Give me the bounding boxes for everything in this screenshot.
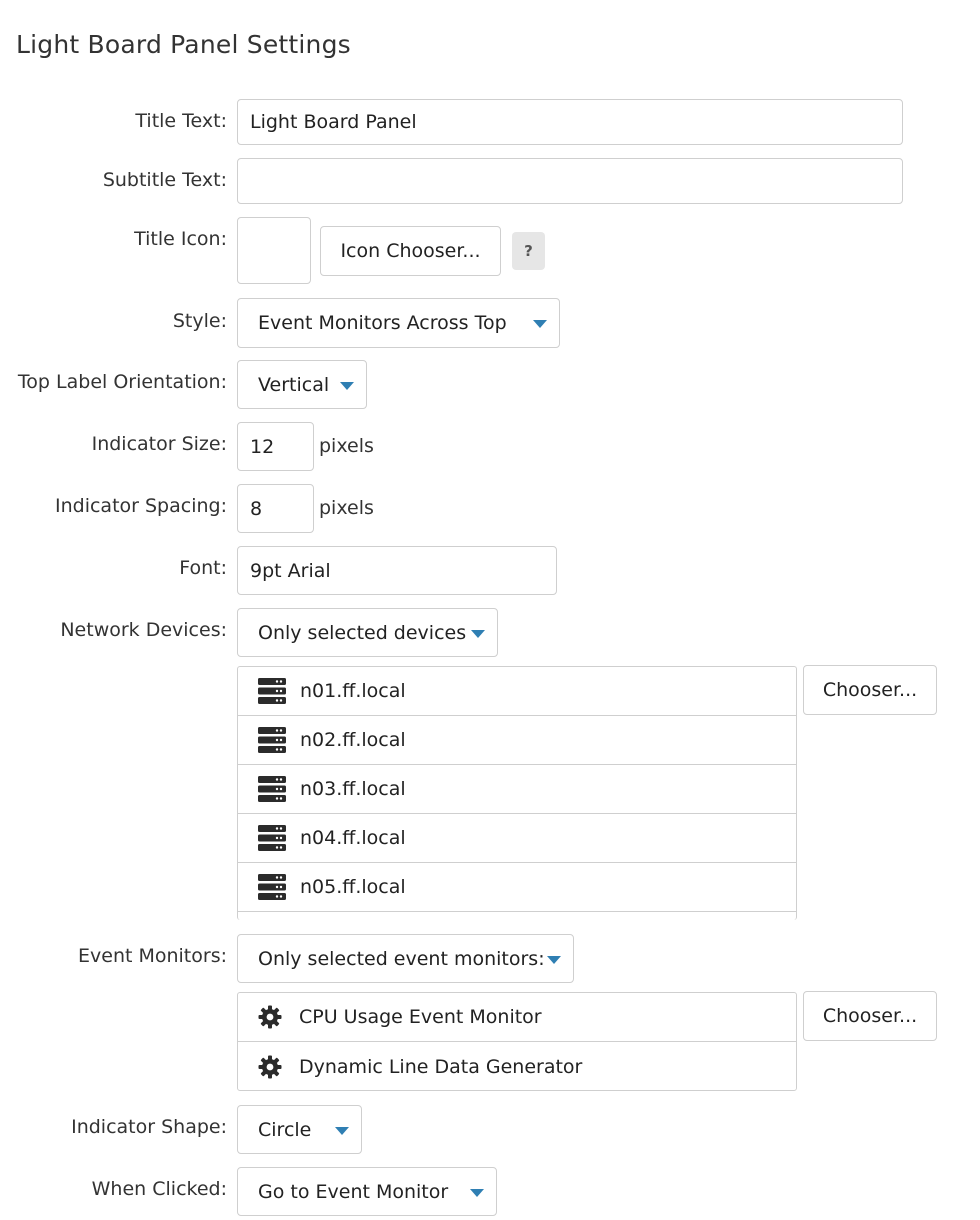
page-title: Light Board Panel Settings	[16, 30, 351, 59]
chevron-down-icon	[340, 381, 354, 390]
when-clicked-label: When Clicked:	[91, 1178, 227, 1200]
network-devices-select[interactable]: Only selected devices	[237, 608, 498, 657]
style-selected: Event Monitors Across Top	[258, 312, 507, 334]
server-icon	[258, 825, 286, 851]
subtitle-text-input[interactable]	[237, 158, 903, 204]
event-monitor-name: CPU Usage Event Monitor	[299, 1006, 542, 1028]
top-label-orientation-label: Top Label Orientation:	[17, 371, 227, 393]
indicator-size-input[interactable]: 12	[237, 422, 314, 471]
device-name: n03.ff.local	[300, 778, 406, 800]
gear-icon	[258, 1004, 282, 1030]
font-value: 9pt Arial	[250, 559, 331, 582]
event-monitor-name: Dynamic Line Data Generator	[299, 1055, 583, 1078]
title-icon-preview[interactable]	[237, 217, 311, 284]
indicator-size-unit: pixels	[319, 435, 374, 457]
indicator-spacing-value: 8	[250, 497, 263, 520]
server-icon	[258, 727, 286, 753]
chevron-down-icon	[547, 955, 561, 964]
when-clicked-select[interactable]: Go to Event Monitor	[237, 1167, 497, 1216]
title-text-input[interactable]: Light Board Panel	[237, 99, 903, 145]
list-item[interactable]: n01.ff.local	[238, 667, 796, 716]
chevron-down-icon	[470, 1188, 484, 1197]
indicator-size-label: Indicator Size:	[91, 433, 227, 455]
event-monitors-list[interactable]: CPU Usage Event Monitor Dynamic Line Dat…	[237, 992, 797, 1091]
list-item[interactable]: n04.ff.local	[238, 814, 796, 863]
title-icon-label: Title Icon:	[134, 228, 227, 250]
top-label-orientation-selected: Vertical	[258, 373, 330, 396]
indicator-spacing-input[interactable]: 8	[237, 484, 314, 533]
font-input[interactable]: 9pt Arial	[237, 546, 557, 595]
event-monitors-label: Event Monitors:	[78, 945, 227, 967]
server-icon	[258, 776, 286, 802]
top-label-orientation-select[interactable]: Vertical	[237, 360, 367, 409]
device-name: n02.ff.local	[300, 729, 406, 751]
style-label: Style:	[172, 310, 227, 332]
server-icon	[258, 874, 286, 900]
network-devices-chooser-button[interactable]: Chooser...	[803, 665, 937, 715]
list-item[interactable]: n02.ff.local	[238, 716, 796, 765]
device-name: n04.ff.local	[300, 827, 406, 849]
chevron-down-icon	[471, 629, 485, 638]
chevron-down-icon	[533, 320, 547, 328]
indicator-shape-select[interactable]: Circle	[237, 1105, 362, 1154]
network-devices-selected: Only selected devices	[258, 621, 467, 644]
title-text-value: Light Board Panel	[250, 111, 417, 133]
server-icon	[258, 678, 286, 704]
when-clicked-selected: Go to Event Monitor	[258, 1180, 449, 1203]
indicator-shape-label: Indicator Shape:	[71, 1116, 227, 1138]
event-monitors-selected: Only selected event monitors:	[258, 947, 545, 970]
list-item[interactable]: n05.ff.local	[238, 863, 796, 912]
font-label: Font:	[179, 557, 227, 579]
list-item[interactable]: n03.ff.local	[238, 765, 796, 814]
chevron-down-icon	[335, 1126, 349, 1135]
gear-icon	[258, 1054, 282, 1080]
device-name: n05.ff.local	[300, 876, 406, 898]
event-monitors-chooser-button[interactable]: Chooser...	[803, 991, 937, 1041]
event-monitors-select[interactable]: Only selected event monitors:	[237, 934, 574, 983]
subtitle-text-label: Subtitle Text:	[102, 169, 227, 191]
device-name: n01.ff.local	[300, 680, 406, 702]
help-button[interactable]: ?	[512, 232, 545, 270]
style-select[interactable]: Event Monitors Across Top	[237, 298, 560, 348]
network-devices-label: Network Devices:	[60, 619, 227, 641]
list-item[interactable]: CPU Usage Event Monitor	[238, 993, 796, 1042]
network-devices-list[interactable]: n01.ff.local n02.ff.local n03.ff.local n…	[237, 666, 797, 920]
icon-chooser-button[interactable]: Icon Chooser...	[320, 226, 501, 276]
list-item[interactable]: Dynamic Line Data Generator	[238, 1042, 796, 1090]
title-text-label: Title Text:	[135, 110, 227, 132]
indicator-spacing-label: Indicator Spacing:	[55, 495, 227, 517]
indicator-shape-selected: Circle	[258, 1118, 312, 1141]
indicator-spacing-unit: pixels	[319, 497, 374, 519]
indicator-size-value: 12	[250, 435, 275, 458]
